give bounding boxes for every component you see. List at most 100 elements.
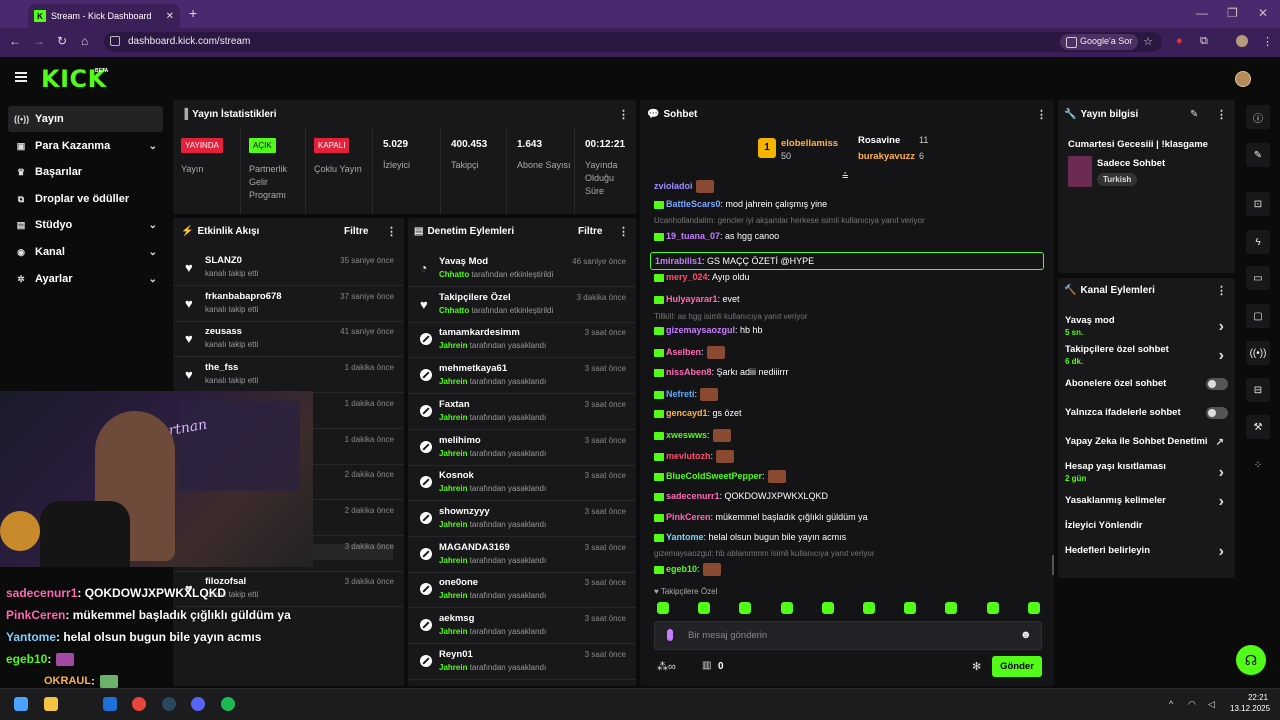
extensions-icon[interactable]: ⧉ <box>1200 35 1208 48</box>
bookmark-star-icon[interactable]: ☆ <box>1143 35 1153 48</box>
chat-username[interactable]: Yantome <box>666 532 704 542</box>
chat-message[interactable]: BattleScars0: mod jahrein çalışmış yine <box>654 199 827 209</box>
moderation-row[interactable]: tamamkardesimm Jahrein tarafından yasakla… <box>408 322 636 359</box>
sidebar-item-0[interactable]: ((•)) Yayın <box>8 106 163 132</box>
chat-username[interactable]: sadecenurr1 <box>666 491 720 501</box>
chat-username[interactable]: Aselben <box>666 347 701 357</box>
quick-emote-icon[interactable] <box>1027 602 1040 614</box>
back-icon[interactable]: ← <box>9 34 21 48</box>
google-ask-chip[interactable]: Google'a Sor <box>1060 34 1139 50</box>
chat-username[interactable]: egeb10 <box>666 564 697 574</box>
channel-action-item[interactable]: İzleyici Yönlendir <box>1065 520 1230 531</box>
channel-action-item[interactable]: Hesap yaşı kısıtlaması 2 gün › <box>1065 461 1230 483</box>
moderation-row[interactable]: mehmetkaya61 Jahrein tarafından yasakland… <box>408 358 636 395</box>
moderation-row[interactable]: aekmsg Jahrein tarafından yasaklandı 3 saa… <box>408 608 636 644</box>
spotify-icon[interactable] <box>221 697 235 711</box>
edit-pencil-icon[interactable]: ✎ <box>1190 109 1198 120</box>
channel-action-item[interactable]: Yalnızca ifadelerle sohbet <box>1065 407 1230 419</box>
chat-message[interactable]: nissAben8: Şarkı adiii nediiirrr <box>654 367 789 377</box>
activity-row[interactable]: ♥ the_fss kanalı takip etti 1 dakika önce <box>173 357 404 394</box>
chat-icon[interactable]: ▢ <box>1246 304 1270 328</box>
moderation-filter-button[interactable]: Filtre <box>578 226 602 237</box>
chrome-icon[interactable] <box>132 697 146 711</box>
extension-red-icon[interactable]: ● <box>1176 35 1183 47</box>
profile-icon[interactable] <box>1236 35 1248 47</box>
channel-action-item[interactable]: Abonelere özel sohbet <box>1065 378 1230 390</box>
moderation-row[interactable]: one0one Jahrein tarafından yasaklandı 3 sa… <box>408 572 636 609</box>
chat-username[interactable]: gizemaysaozgul <box>666 325 735 335</box>
chat-message[interactable]: gizemaysaozgul: hb hb <box>654 325 763 335</box>
maximize-icon[interactable]: ❐ <box>1227 6 1238 20</box>
category-name[interactable]: Sadece Sohbet <box>1097 158 1165 169</box>
sidebar-item-2[interactable]: ♛ Başarılar <box>8 159 163 185</box>
chat-message[interactable]: xweswws: <box>654 429 731 442</box>
steam-icon[interactable] <box>162 697 176 711</box>
quick-emote-icon[interactable] <box>986 602 999 614</box>
activity-more-icon[interactable]: ⋮ <box>386 225 397 238</box>
forward-icon[interactable]: → <box>33 34 45 48</box>
channel-action-item[interactable]: Takipçilere özel sohbet 6 dk. › <box>1065 344 1230 366</box>
moderation-row[interactable]: shownzyyy Jahrein tarafından yasaklandı 3 … <box>408 501 636 537</box>
chat-scrollbar[interactable] <box>1052 555 1054 575</box>
channel-action-item[interactable]: Hedefleri belirleyin › <box>1065 543 1230 560</box>
activity-row[interactable]: ♥ SLANZ0 kanalı takip etti 35 saniye önce <box>173 250 404 286</box>
channel-actions-more-icon[interactable]: ⋮ <box>1216 284 1227 297</box>
chat-message[interactable]: mery_024: Ayıp oldu <box>654 272 749 282</box>
moderation-row[interactable]: Kosnok Jahrein tarafından yasaklandı 3 saa… <box>408 465 636 502</box>
chat-message[interactable]: mevlutozh: <box>654 450 735 463</box>
quick-emote-icon[interactable] <box>945 602 958 614</box>
volume-icon[interactable]: ◁ <box>1208 699 1215 710</box>
emoji-picker-icon[interactable]: ☻ <box>1020 629 1032 641</box>
chat-message[interactable]: Yantome: helal olsun bugun bile yayın ac… <box>654 532 846 542</box>
clipboard-icon[interactable]: ▭ <box>1246 266 1270 290</box>
quick-emote-icon[interactable] <box>657 602 669 614</box>
gift-icon[interactable]: ▥ <box>702 660 711 671</box>
chat-message[interactable]: zvioladoi <box>654 180 714 193</box>
send-button[interactable]: Gönder <box>992 656 1042 677</box>
chat-message[interactable]: PinkCeren: mükemmel başladık çığlıklı gü… <box>654 512 868 522</box>
channel-action-item[interactable]: Yasaklanmış kelimeler › <box>1065 493 1230 510</box>
chat-message[interactable]: 1mirabilis1: GS MAÇÇ ÖZETİ @HYPE <box>650 252 1044 270</box>
discord-icon[interactable] <box>191 697 205 711</box>
chat-username[interactable]: Hulyayarar1 <box>666 294 718 304</box>
chat-message[interactable]: Aselben: <box>654 346 725 359</box>
clock[interactable]: 22:21 13.12.2025 <box>1230 693 1270 713</box>
chat-message[interactable]: gencayd1: gs özet <box>654 408 742 418</box>
windows-start-icon[interactable] <box>14 697 28 711</box>
sidebar-item-5[interactable]: ◉ Kanal ⌄ <box>8 239 163 265</box>
quick-emote-icon[interactable] <box>698 602 711 614</box>
chat-message[interactable]: egeb10: <box>654 563 721 576</box>
quick-emote-icon[interactable] <box>780 602 793 614</box>
chat-message[interactable]: sadecenurr1: QOKDOWJXPWKXLQKD <box>654 491 828 501</box>
chat-username[interactable]: Nefreti <box>666 389 695 399</box>
quick-emote-icon[interactable] <box>863 602 875 614</box>
info-icon[interactable]: ⓘ <box>1246 105 1270 129</box>
pinned-toggle-icon[interactable]: ⩮ <box>842 170 848 183</box>
points-icon[interactable]: ⁂∞ <box>657 660 676 673</box>
chat-username[interactable]: 1mirabilis1 <box>655 256 702 266</box>
browser-tab[interactable]: K Stream - Kick Dashboard ✕ <box>28 4 180 28</box>
chat-username[interactable]: BlueColdSweetPepper <box>666 471 762 481</box>
stream-info-more-icon[interactable]: ⋮ <box>1216 108 1227 121</box>
browser-menu-icon[interactable]: ⋮ <box>1262 35 1273 48</box>
channel-action-item[interactable]: Yapay Zeka ile Sohbet Denetimi ↗ <box>1065 436 1230 448</box>
chat-username[interactable]: 19_tuana_07 <box>666 231 720 241</box>
chat-username[interactable]: xweswws <box>666 430 707 440</box>
moderation-row[interactable]: MAGANDA3169 Jahrein tarafından yasaklandı… <box>408 537 636 573</box>
activity-row[interactable]: ♥ frkanbabapro678 kanalı takip etti 37 sani… <box>173 286 404 322</box>
toggle-switch[interactable] <box>1206 407 1228 419</box>
menu-hamburger-icon[interactable] <box>15 72 27 82</box>
moderation-row[interactable]: ♥ Takipçilere Özel Chhatto tarafından etki… <box>408 287 636 323</box>
home-icon[interactable]: ⌂ <box>81 34 88 48</box>
outlook-icon[interactable] <box>103 697 117 711</box>
moderation-row[interactable]: ◔ Yavaş Mod Chhatto tarafından etkinleştir… <box>408 251 636 287</box>
reload-icon[interactable]: ↻ <box>57 34 67 48</box>
chat-input-placeholder[interactable]: Bir mesaj gönderin <box>688 630 767 641</box>
chat-message[interactable]: Nefreti: <box>654 388 719 401</box>
quick-emote-icon[interactable] <box>739 602 752 614</box>
chat-username[interactable]: zvioladoi <box>654 181 693 191</box>
crop-icon[interactable]: ⊡ <box>1246 192 1270 216</box>
moderation-more-icon[interactable]: ⋮ <box>618 225 629 238</box>
chat-username[interactable]: gencayd1 <box>666 408 708 418</box>
tools-icon[interactable]: ⚒ <box>1246 415 1270 439</box>
